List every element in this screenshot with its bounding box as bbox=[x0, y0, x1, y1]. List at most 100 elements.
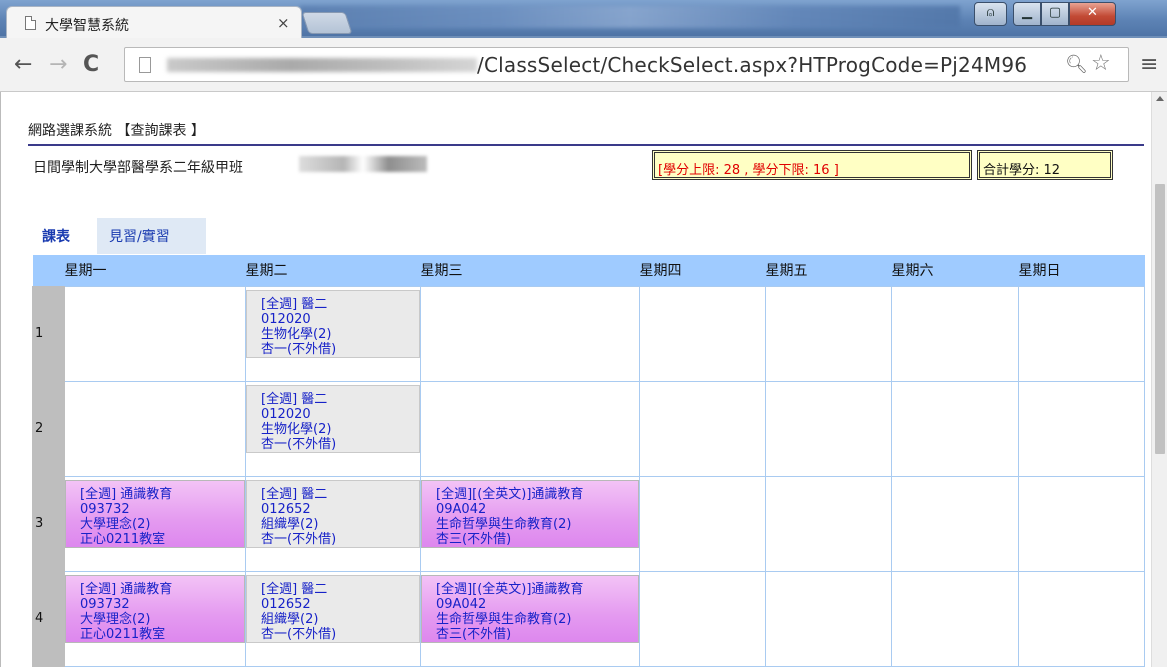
schedule-cell bbox=[765, 285, 892, 382]
schedule-cell bbox=[639, 285, 766, 382]
schedule-cell bbox=[1018, 475, 1145, 572]
scroll-up-icon[interactable] bbox=[1156, 96, 1164, 101]
schedule-cell bbox=[1018, 285, 1145, 382]
course-block[interactable]: [全週] 醫二 012652 組織學(2) 杏一(不外借) bbox=[246, 479, 420, 548]
new-tab-button[interactable] bbox=[301, 12, 353, 34]
schedule-cell bbox=[64, 380, 246, 477]
page-title: 網路選課系統 【查詢課表 】 bbox=[28, 123, 205, 139]
course-line: [全週] 醫二 bbox=[261, 296, 328, 312]
schedule-cell bbox=[64, 285, 246, 382]
bookmark-star-icon[interactable]: ☆ bbox=[1091, 51, 1111, 76]
day-header-row: 星期一 星期二 星期三 星期四 星期五 星期六 星期日 bbox=[32, 255, 1145, 286]
period-label: 4 bbox=[32, 570, 65, 667]
minimize-button[interactable]: ▁ bbox=[1013, 2, 1041, 26]
course-line: 生物化學(2) bbox=[261, 421, 332, 437]
day-header: 星期四 bbox=[639, 255, 766, 286]
minimize-icon: ▁ bbox=[1022, 5, 1032, 20]
course-line: 生命哲學與生命教育(2) bbox=[436, 611, 572, 627]
course-block[interactable]: [全週][(全英文)]通識教育 09A042 生命哲學與生命教育(2) 杏三(不外借) bbox=[421, 574, 639, 643]
blurred-host bbox=[167, 58, 477, 72]
reload-icon[interactable]: C bbox=[83, 52, 99, 77]
schedule-cell bbox=[891, 285, 1019, 382]
period-label: 2 bbox=[32, 380, 65, 477]
course-line: 09A042 bbox=[436, 596, 487, 612]
schedule-cell bbox=[891, 570, 1019, 667]
schedule-cell bbox=[639, 570, 766, 667]
credit-total-text: 合計學分: 12 bbox=[983, 163, 1061, 178]
course-line: [全週] 通識教育 bbox=[80, 581, 173, 597]
schedule-cell: [全週] 醫二 012020 生物化學(2) 杏一(不外借) bbox=[245, 285, 421, 382]
course-line: 09A042 bbox=[436, 501, 487, 517]
schedule-cell bbox=[420, 380, 640, 477]
back-arrow-icon[interactable]: ← bbox=[14, 52, 32, 77]
course-line: 012020 bbox=[261, 311, 311, 327]
course-line: [全週] 醫二 bbox=[261, 391, 328, 407]
course-line: 093732 bbox=[80, 596, 130, 612]
day-header: 星期三 bbox=[420, 255, 640, 286]
schedule-cell: [全週][(全英文)]通識教育 09A042 生命哲學與生命教育(2) 杏三(不外借) bbox=[420, 570, 640, 667]
day-header: 星期六 bbox=[891, 255, 1019, 286]
course-line: [全週][(全英文)]通識教育 bbox=[436, 581, 584, 597]
close-window-button[interactable]: ✕ bbox=[1069, 2, 1116, 26]
day-header: 星期五 bbox=[765, 255, 892, 286]
day-header: 星期日 bbox=[1018, 255, 1145, 286]
page-viewport: 網路選課系統 【查詢課表 】 日間學制大學部醫學系二年級甲班 [學分上限: 28… bbox=[0, 92, 1151, 667]
period-label: 1 bbox=[32, 285, 65, 382]
title-divider bbox=[28, 144, 1144, 146]
maximize-icon: ▢ bbox=[1048, 5, 1062, 20]
page-icon bbox=[25, 16, 36, 30]
schedule-cell bbox=[1018, 570, 1145, 667]
user-profile-button[interactable]: ⍝ bbox=[974, 2, 1007, 26]
tab-clerkship[interactable]: 見習/實習 bbox=[97, 218, 206, 254]
course-line: 杏三(不外借) bbox=[436, 626, 512, 642]
menu-icon[interactable]: ≡ bbox=[1140, 52, 1158, 77]
course-block[interactable]: [全週] 醫二 012020 生物化學(2) 杏一(不外借) bbox=[246, 384, 420, 453]
url-text[interactable]: /ClassSelect/CheckSelect.aspx?HTProgCode… bbox=[477, 53, 1027, 77]
course-block[interactable]: [全週][(全英文)]通識教育 09A042 生命哲學與生命教育(2) 杏三(不外借) bbox=[421, 479, 639, 548]
course-line: 生物化學(2) bbox=[261, 326, 332, 342]
course-line: 大學理念(2) bbox=[80, 516, 151, 532]
course-line: 大學理念(2) bbox=[80, 611, 151, 627]
address-bar[interactable]: /ClassSelect/CheckSelect.aspx?HTProgCode… bbox=[124, 47, 1129, 82]
course-block[interactable]: [全週] 醫二 012652 組織學(2) 杏一(不外借) bbox=[246, 574, 420, 643]
tab-timetable[interactable]: 課表 bbox=[30, 218, 93, 254]
schedule-cell bbox=[639, 380, 766, 477]
course-line: [全週] 醫二 bbox=[261, 581, 328, 597]
browser-tab[interactable]: 大學智慧系統 × bbox=[6, 6, 302, 38]
course-line: [全週] 醫二 bbox=[261, 486, 328, 502]
window-titlebar: 大學智慧系統 × ⍝ ▁ ▢ ✕ bbox=[0, 0, 1167, 38]
scrollbar-thumb[interactable] bbox=[1155, 184, 1165, 454]
course-line: 093732 bbox=[80, 501, 130, 517]
blurred-student-name bbox=[299, 156, 427, 172]
schedule-cell: [全週][(全英文)]通識教育 09A042 生命哲學與生命教育(2) 杏三(不外借) bbox=[420, 475, 640, 572]
zoom-icon[interactable]: 🔍︎ bbox=[1065, 54, 1088, 75]
course-line: 012652 bbox=[261, 596, 311, 612]
schedule-body: 1 [全週] 醫二 012020 生物化學(2) 杏一(不外借) 2 [全週] 醫二 0120… bbox=[32, 285, 1145, 667]
schedule-cell: [全週] 通識教育 093732 大學理念(2) 正心0211教室 bbox=[64, 475, 246, 572]
course-block[interactable]: [全週] 醫二 012020 生物化學(2) 杏一(不外借) bbox=[246, 289, 420, 358]
course-block[interactable]: [全週] 通識教育 093732 大學理念(2) 正心0211教室 bbox=[65, 479, 245, 548]
schedule-table: 星期一 星期二 星期三 星期四 星期五 星期六 星期日 1 [全週] 醫二 0120… bbox=[32, 255, 1145, 667]
credit-total-box: 合計學分: 12 bbox=[977, 150, 1113, 180]
tab-close-icon[interactable]: × bbox=[277, 14, 290, 32]
course-line: 杏三(不外借) bbox=[436, 531, 512, 547]
credit-limit-text: [學分上限: 28 , 學分下限: 16 ] bbox=[658, 163, 839, 178]
credit-limit-box: [學分上限: 28 , 學分下限: 16 ] bbox=[652, 150, 972, 180]
blurred-region bbox=[300, 6, 960, 28]
course-block[interactable]: [全週] 通識教育 093732 大學理念(2) 正心0211教室 bbox=[65, 574, 245, 643]
course-line: 杏一(不外借) bbox=[261, 531, 337, 547]
maximize-button[interactable]: ▢ bbox=[1041, 2, 1069, 26]
course-line: 杏一(不外借) bbox=[261, 436, 337, 452]
table-row: 2 [全週] 醫二 012020 生物化學(2) 杏一(不外借) bbox=[32, 380, 1145, 477]
close-icon: ✕ bbox=[1087, 5, 1098, 20]
day-header: 星期一 bbox=[64, 255, 246, 286]
course-line: 杏一(不外借) bbox=[261, 341, 337, 357]
course-line: 組織學(2) bbox=[261, 516, 319, 532]
course-line: 組織學(2) bbox=[261, 611, 319, 627]
course-line: 杏一(不外借) bbox=[261, 626, 337, 642]
schedule-cell bbox=[1018, 380, 1145, 477]
course-line: 012020 bbox=[261, 406, 311, 422]
forward-arrow-icon[interactable]: → bbox=[49, 52, 67, 77]
schedule-cell: [全週] 通識教育 093732 大學理念(2) 正心0211教室 bbox=[64, 570, 246, 667]
vertical-scrollbar[interactable] bbox=[1151, 92, 1167, 667]
